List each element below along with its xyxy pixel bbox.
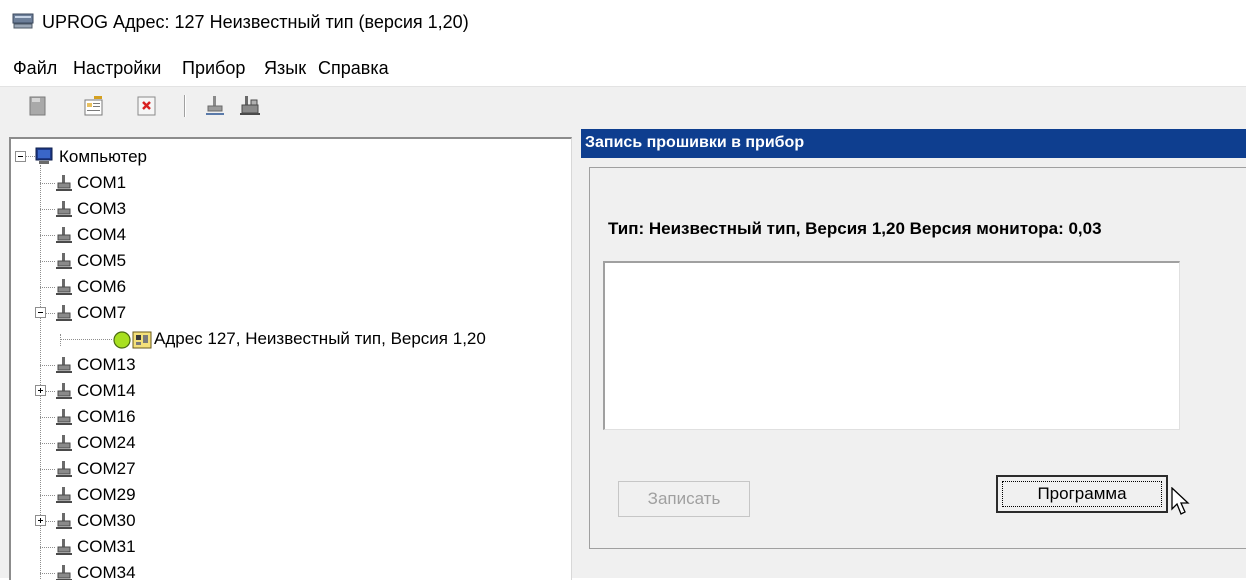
tree-connector (40, 209, 55, 210)
tree-item-label: COM34 (77, 563, 136, 580)
tree-item-com1[interactable]: COM1 (11, 171, 551, 195)
collapse-icon[interactable] (15, 151, 26, 162)
firmware-panel: Запись прошивки в прибор Тип: Неизвестны… (581, 125, 1246, 578)
tree-item-com4[interactable]: COM4 (11, 223, 551, 247)
properties-icon[interactable] (82, 94, 106, 118)
tree-item-label: COM3 (77, 199, 127, 218)
tree-connector (40, 547, 55, 548)
tree-connector (46, 313, 55, 314)
tree-item-label: COM13 (77, 355, 136, 374)
tree-item-label: COM31 (77, 537, 136, 556)
port-icon (56, 227, 72, 243)
tree-connector (40, 443, 55, 444)
work-area: Компьютер COM1 COM3 COM4 COM5 COM6 COM7 … (0, 125, 1246, 580)
port-icon[interactable] (203, 94, 227, 118)
tree-connector (40, 495, 55, 496)
menu-bar: Файл Настройки Прибор Язык Справка (0, 56, 1246, 84)
title-bar: UPROG Адрес: 127 Неизвестный тип (версия… (0, 0, 1246, 46)
expand-icon[interactable] (35, 515, 46, 526)
device-type-info: Тип: Неизвестный тип, Версия 1,20 Версия… (608, 219, 1102, 238)
tree-item-label: COM5 (77, 251, 127, 270)
tree-item-label: COM1 (77, 173, 127, 192)
tree-item-label: COM4 (77, 225, 127, 244)
tree-connector (46, 521, 55, 522)
tree-connector (40, 261, 55, 262)
menu-settings[interactable]: Настройки (73, 58, 161, 79)
tree-connector (60, 339, 112, 340)
tree-device-label: Адрес 127, Неизвестный тип, Версия 1,20 (154, 329, 486, 348)
menu-file[interactable]: Файл (13, 58, 57, 79)
device-icon (132, 331, 152, 349)
port-icon (56, 487, 72, 503)
tree-item-com5[interactable]: COM5 (11, 249, 551, 273)
port-icon (56, 383, 72, 399)
tree-item-com7[interactable]: COM7 (11, 301, 551, 325)
tree-item-label: COM14 (77, 381, 136, 400)
tree-item-com3[interactable]: COM3 (11, 197, 551, 221)
panel-header: Запись прошивки в прибор (581, 129, 1246, 158)
tree-item-com34[interactable]: COM34 (11, 561, 551, 580)
window-title: UPROG Адрес: 127 Неизвестный тип (версия… (42, 12, 469, 32)
tree-connector (40, 183, 55, 184)
tree-root-label: Компьютер (59, 147, 147, 166)
program-button[interactable]: Программа (996, 475, 1168, 513)
tree-item-com13[interactable]: COM13 (11, 353, 551, 377)
toolbar-separator (184, 95, 186, 117)
app-icon (12, 13, 34, 29)
tree-connector (46, 391, 55, 392)
port-icon (56, 539, 72, 555)
port-icon (56, 513, 72, 529)
port-icon (56, 435, 72, 451)
port-icon (56, 357, 72, 373)
tree-item-com16[interactable]: COM16 (11, 405, 551, 429)
tree-item-label: COM16 (77, 407, 136, 426)
tree-connector (40, 573, 55, 574)
computer-icon (35, 147, 53, 164)
tree-item-com6[interactable]: COM6 (11, 275, 551, 299)
port-icon (56, 279, 72, 295)
tree-item-label: COM7 (77, 303, 127, 322)
menu-device[interactable]: Прибор (182, 58, 245, 79)
panel-title: Запись прошивки в прибор (585, 134, 805, 151)
toolbar (0, 86, 1246, 126)
delete-icon[interactable] (135, 94, 159, 118)
tree-item-label: COM29 (77, 485, 136, 504)
tree-connector (40, 469, 55, 470)
collapse-icon[interactable] (35, 307, 46, 318)
tree-item-label: COM6 (77, 277, 127, 296)
tree-root[interactable]: Компьютер (11, 145, 551, 169)
tree-item-label: COM30 (77, 511, 136, 530)
tree-connector (40, 287, 55, 288)
menu-help[interactable]: Справка (318, 58, 389, 79)
tree-connector (40, 365, 55, 366)
tree-item-device[interactable]: Адрес 127, Неизвестный тип, Версия 1,20 (11, 327, 551, 351)
tree-item-com30[interactable]: COM30 (11, 509, 551, 533)
port-icon (56, 201, 72, 217)
log-textarea[interactable] (603, 261, 1180, 430)
port-icon (56, 253, 72, 269)
port-icon (56, 305, 72, 321)
tree-connector (40, 235, 55, 236)
program-button-label: Программа (1037, 484, 1127, 503)
tree-item-com24[interactable]: COM24 (11, 431, 551, 455)
status-online-icon (113, 331, 131, 349)
expand-icon[interactable] (35, 385, 46, 396)
mouse-cursor-icon (1171, 487, 1190, 515)
tree-connector (26, 156, 35, 157)
tree-connector (40, 417, 55, 418)
device-tree[interactable]: Компьютер COM1 COM3 COM4 COM5 COM6 COM7 … (9, 137, 572, 580)
port-icon (56, 461, 72, 477)
tree-item-com31[interactable]: COM31 (11, 535, 551, 559)
tree-item-label: COM27 (77, 459, 136, 478)
menu-language[interactable]: Язык (264, 58, 306, 79)
tree-item-com27[interactable]: COM27 (11, 457, 551, 481)
save-icon[interactable] (26, 94, 50, 118)
tree-item-com14[interactable]: COM14 (11, 379, 551, 403)
write-button[interactable]: Записать (618, 481, 750, 517)
tree-item-com29[interactable]: COM29 (11, 483, 551, 507)
port-icon (56, 409, 72, 425)
tree-item-label: COM24 (77, 433, 136, 452)
port-icon (56, 175, 72, 191)
port-config-icon[interactable] (238, 94, 262, 118)
